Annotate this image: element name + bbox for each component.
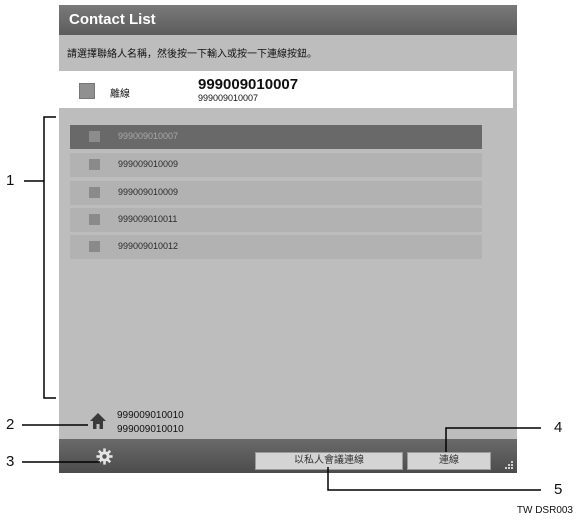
callout-1: 1: [6, 172, 15, 189]
callout-2: 2: [6, 416, 15, 433]
callout-5: 5: [554, 481, 563, 498]
figure-code: TW DSR003: [516, 505, 573, 516]
callout-4: 4: [554, 419, 563, 436]
callout-lines: [22, 116, 541, 491]
callout-3: 3: [6, 453, 15, 470]
